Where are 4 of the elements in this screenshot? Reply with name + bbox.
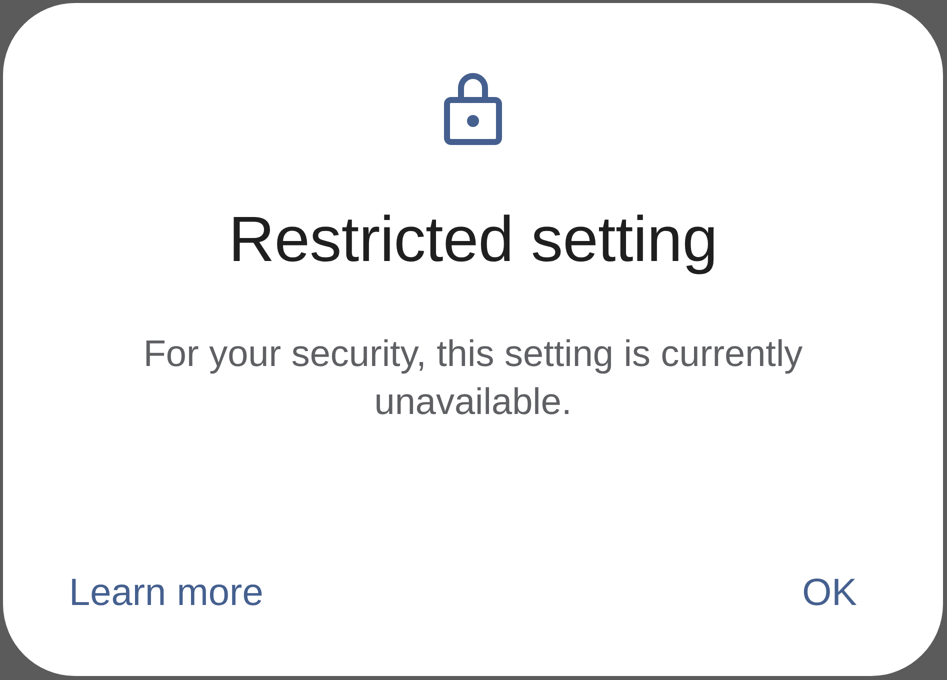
learn-more-link[interactable]: Learn more: [69, 572, 264, 614]
lock-icon: [444, 71, 502, 145]
dialog-message: For your security, this setting is currently unavailable.: [142, 332, 804, 424]
ok-button[interactable]: OK: [802, 572, 857, 614]
